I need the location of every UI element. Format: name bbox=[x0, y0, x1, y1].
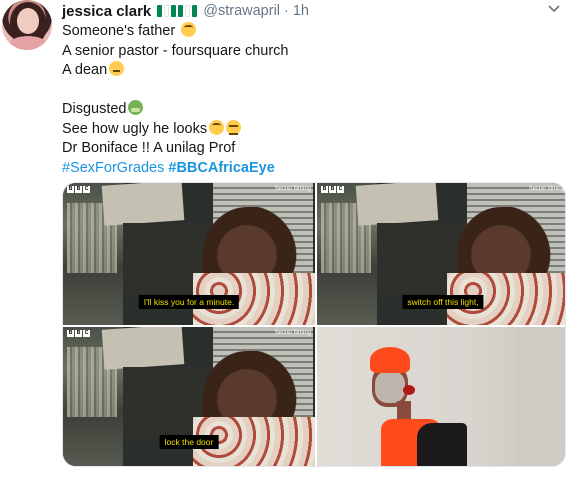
line-4: Disgusted bbox=[62, 101, 127, 117]
timestamp[interactable]: 1h bbox=[293, 3, 309, 19]
nigeria-flag-icon bbox=[157, 5, 198, 17]
user-handle[interactable]: @strawapril bbox=[203, 3, 280, 19]
face-with-rolling-eyes-icon bbox=[209, 119, 225, 135]
subtitle: I'll kiss you for a minute. bbox=[138, 295, 240, 309]
line-1: Someone's father bbox=[62, 23, 176, 39]
hashtag-sexforgrades[interactable]: #SexForGrades bbox=[62, 160, 164, 176]
avatar-face bbox=[17, 8, 39, 34]
secret-filming-label: Secret filming bbox=[274, 330, 311, 336]
bbc-logo: BBC bbox=[67, 330, 90, 337]
media-image-2[interactable]: BBC Secret filming switch off this light… bbox=[317, 183, 565, 325]
tweet-header: jessica clark @strawapril · 1h bbox=[62, 2, 309, 20]
subtitle: lock the door bbox=[159, 435, 219, 449]
media-image-3[interactable]: BBC Secret filming lock the door bbox=[63, 327, 315, 466]
chevron-down-icon[interactable] bbox=[546, 2, 562, 16]
separator-dot: · bbox=[284, 3, 289, 19]
hashtag-bbcafricaeye[interactable]: #BBCAfricaEye bbox=[168, 160, 274, 176]
nauseated-face-icon bbox=[128, 100, 144, 115]
face-with-rolling-eyes-icon bbox=[181, 22, 197, 37]
secret-filming-label: Secret filming bbox=[274, 186, 311, 192]
bbc-logo: BBC bbox=[67, 186, 90, 193]
tweet: jessica clark @strawapril · 1h Someone's… bbox=[0, 0, 572, 479]
media-image-1[interactable]: BBC Secret filming I'll kiss you for a m… bbox=[63, 183, 315, 325]
media-grid: BBC Secret filming I'll kiss you for a m… bbox=[62, 182, 566, 467]
media-image-4[interactable] bbox=[317, 327, 565, 466]
bbc-logo: BBC bbox=[321, 186, 344, 193]
line-6: Dr Boniface !! A unilag Prof bbox=[62, 140, 236, 156]
neutral-face-icon bbox=[109, 61, 125, 76]
line-3: A dean bbox=[62, 62, 108, 78]
display-name[interactable]: jessica clark bbox=[62, 3, 151, 20]
subtitle: switch off this light, bbox=[402, 295, 484, 309]
line-5: See how ugly he looks bbox=[62, 120, 208, 137]
secret-filming-label: Secret filming bbox=[528, 186, 565, 192]
tweet-text: Someone's father A senior pastor - fours… bbox=[62, 22, 542, 178]
line-2: A senior pastor - foursquare church bbox=[62, 42, 289, 59]
avatar-shirt bbox=[8, 36, 48, 50]
avatar[interactable] bbox=[2, 0, 52, 50]
expressionless-face-icon bbox=[226, 119, 242, 135]
